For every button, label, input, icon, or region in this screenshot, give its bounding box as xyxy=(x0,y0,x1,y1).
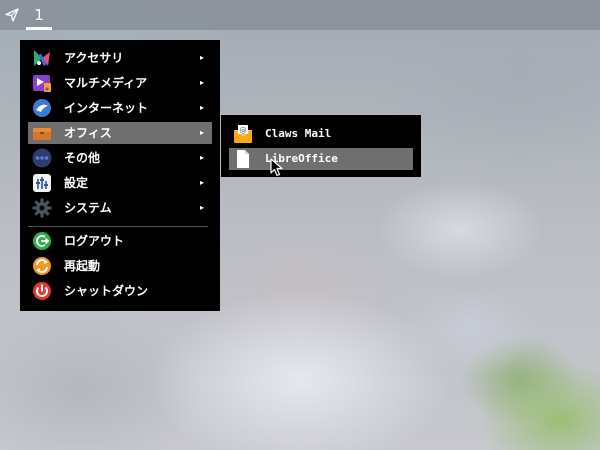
internet-icon xyxy=(32,98,52,118)
document-icon xyxy=(233,149,253,169)
menu-item-multimedia[interactable]: マルチメディア ▸ xyxy=(28,72,212,94)
system-icon xyxy=(32,198,52,218)
menu-item-accessories[interactable]: アクセサリ ▸ xyxy=(28,47,212,69)
submenu-arrow-icon: ▸ xyxy=(199,178,204,187)
mouse-pointer-icon xyxy=(270,158,283,177)
settings-icon xyxy=(32,173,52,193)
office-icon xyxy=(32,123,52,143)
menu-item-internet[interactable]: インターネット ▸ xyxy=(28,97,212,119)
menu-item-label: アクセサリ xyxy=(64,51,124,65)
submenu-arrow-icon: ▸ xyxy=(199,78,204,87)
submenu-arrow-icon: ▸ xyxy=(199,203,204,212)
menu-item-label: インターネット xyxy=(64,101,149,115)
accessories-icon xyxy=(32,48,52,68)
submenu-arrow-icon: ▸ xyxy=(199,103,204,112)
menu-item-office[interactable]: オフィス ▸ xyxy=(28,122,212,144)
workspace-1-button[interactable]: 1 xyxy=(26,0,52,30)
submenu-item-label: Claws Mail xyxy=(265,127,332,140)
top-panel: 1 xyxy=(0,0,600,30)
menu-item-label: オフィス xyxy=(64,126,112,140)
menu-item-reboot[interactable]: 再起動 xyxy=(28,255,212,277)
menu-item-other[interactable]: その他 ▸ xyxy=(28,147,212,169)
logout-icon xyxy=(32,231,52,251)
menu-item-label: その他 xyxy=(64,151,101,165)
application-menu: アクセサリ ▸ マルチメディア ▸ インターネット ▸ オフィス ▸ その他 ▸… xyxy=(20,40,220,311)
menu-item-system[interactable]: システム ▸ xyxy=(28,197,212,219)
submenu-arrow-icon: ▸ xyxy=(199,53,204,62)
menu-item-label: ログアウト xyxy=(64,234,125,248)
app-launcher-button[interactable] xyxy=(0,0,24,30)
menu-item-label: シャットダウン xyxy=(64,284,149,298)
paper-plane-icon xyxy=(5,8,19,22)
submenu-item-claws-mail[interactable]: @ Claws Mail xyxy=(229,123,413,145)
menu-item-settings[interactable]: 設定 ▸ xyxy=(28,172,212,194)
workspace-active-indicator xyxy=(26,27,52,30)
multimedia-icon xyxy=(32,73,52,93)
menu-item-label: 設定 xyxy=(64,176,89,190)
submenu-arrow-icon: ▸ xyxy=(199,128,204,137)
other-icon xyxy=(32,148,52,168)
mail-icon: @ xyxy=(233,124,253,144)
menu-separator xyxy=(28,226,208,227)
submenu-item-libreoffice[interactable]: LibreOffice xyxy=(229,148,413,170)
reboot-icon xyxy=(32,256,52,276)
office-submenu: @ Claws Mail LibreOffice xyxy=(221,115,421,177)
menu-item-label: 再起動 xyxy=(64,259,101,273)
shutdown-icon xyxy=(32,281,52,301)
menu-item-logout[interactable]: ログアウト xyxy=(28,230,212,252)
svg-text:@: @ xyxy=(240,127,247,135)
submenu-arrow-icon: ▸ xyxy=(199,153,204,162)
menu-item-label: システム xyxy=(64,201,112,215)
menu-item-label: マルチメディア xyxy=(64,76,148,90)
menu-item-shutdown[interactable]: シャットダウン xyxy=(28,280,212,302)
